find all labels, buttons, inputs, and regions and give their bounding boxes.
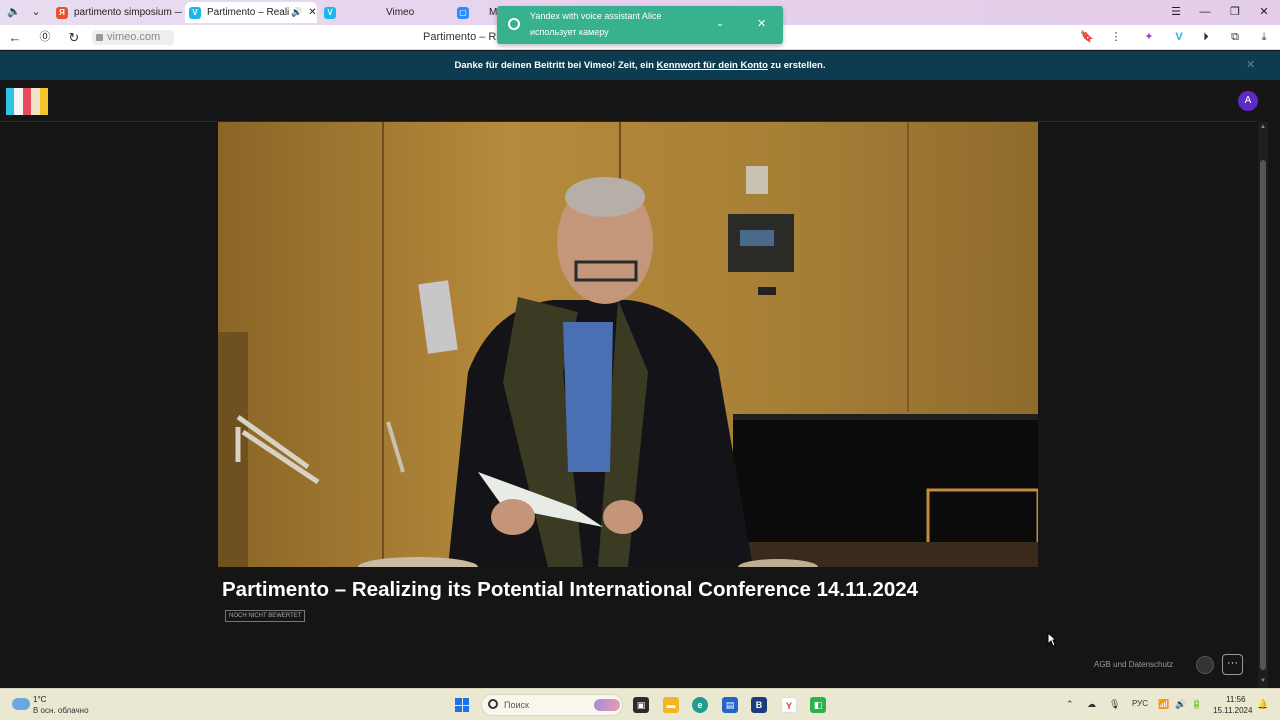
- search-highlight-icon: [594, 699, 620, 711]
- banner-password-link[interactable]: Kennwort für dein Konto: [657, 60, 768, 71]
- menu-icon[interactable]: ☰: [1167, 4, 1185, 20]
- more-vertical-icon[interactable]: ⋮: [1107, 29, 1125, 46]
- download-icon[interactable]: ⤓: [1255, 29, 1273, 46]
- theme-toggle-icon[interactable]: [1196, 656, 1214, 674]
- agb-link[interactable]: AGB und Datenschutz: [1094, 660, 1173, 669]
- tab-vimeo[interactable]: V Vimeo: [320, 2, 450, 23]
- banner-text: Danke für deinen Beitritt bei Vimeo! Zei…: [454, 60, 657, 71]
- bookmark-icon[interactable]: 🔖: [1078, 29, 1096, 46]
- scroll-up-icon[interactable]: ▲: [1259, 124, 1267, 130]
- taskbar-search[interactable]: Поиск: [481, 694, 623, 716]
- url-text: vimeo.com: [107, 31, 161, 43]
- lock-icon: [96, 34, 103, 41]
- more-options-button[interactable]: ···: [1222, 654, 1243, 675]
- clock-time[interactable]: 11:56: [1226, 695, 1245, 704]
- vimeo-icon: V: [189, 6, 201, 19]
- b-app-icon[interactable]: B: [751, 697, 767, 713]
- vimeo-header: A: [0, 80, 1258, 122]
- weather-temperature[interactable]: 1°C: [33, 695, 46, 704]
- toast-message: использует камеру: [530, 27, 609, 37]
- clock-date[interactable]: 15.11.2024: [1213, 706, 1252, 715]
- chevron-up-icon[interactable]: ⌃: [1066, 699, 1074, 710]
- password-banner: Danke für deinen Beitritt bei Vimeo! Zei…: [0, 51, 1280, 80]
- vimeo-logo[interactable]: [6, 88, 49, 115]
- notification-bell-icon[interactable]: 🔔: [1257, 699, 1268, 710]
- alice-camera-toast: Yandex with voice assistant Alice исполь…: [497, 6, 783, 44]
- toast-title: Yandex with voice assistant Alice: [530, 11, 662, 21]
- start-tile: [462, 705, 469, 712]
- store-icon[interactable]: ▤: [722, 697, 738, 713]
- close-icon[interactable]: ✕: [1246, 51, 1255, 80]
- messenger-icon[interactable]: ◧: [810, 697, 826, 713]
- banner-text-end: zu erstellen.: [767, 60, 826, 71]
- speaker-icon[interactable]: 🔈: [5, 4, 23, 21]
- video-frame: [218, 122, 1038, 567]
- tab-partimento-simposium[interactable]: Я partimento simposium —: [52, 2, 182, 23]
- chevron-down-icon[interactable]: ⌄: [716, 18, 724, 29]
- start-tile: [455, 698, 462, 705]
- back-arrow-icon[interactable]: ←: [6, 29, 24, 46]
- tab-title: partimento simposium —: [74, 7, 182, 18]
- video-pip-icon[interactable]: ⏵: [1197, 29, 1215, 46]
- search-icon: [488, 699, 498, 709]
- tab-partimento-active[interactable]: V Partimento – Realiz 🔊 ✕: [185, 2, 317, 23]
- search-placeholder: Поиск: [504, 700, 529, 710]
- url-field[interactable]: vimeo.com: [92, 30, 174, 45]
- extension-icon[interactable]: ✦: [1140, 29, 1158, 46]
- start-tile: [455, 705, 462, 712]
- chevron-down-icon[interactable]: ⌄: [27, 4, 45, 21]
- reload-icon[interactable]: ↻: [65, 29, 83, 46]
- audio-playing-icon[interactable]: 🔊: [291, 7, 302, 18]
- logo-stripe: [39, 88, 49, 115]
- yandex-icon: Я: [56, 6, 68, 19]
- yandex-browser-icon[interactable]: Y: [781, 697, 797, 713]
- tab-title: M: [489, 7, 497, 18]
- restore-icon[interactable]: ❐: [1226, 4, 1244, 20]
- weather-description[interactable]: В осн. облачно: [33, 706, 89, 715]
- battery-icon[interactable]: 🔋: [1191, 699, 1202, 710]
- logo-stripe: [22, 88, 32, 115]
- video-player[interactable]: [218, 122, 1038, 567]
- microphone-icon[interactable]: 🎙: [1109, 699, 1120, 710]
- vimeo-icon: V: [324, 6, 336, 19]
- avatar[interactable]: A: [1238, 91, 1258, 111]
- rating-badge: NOCH NICHT BEWERTET: [225, 610, 306, 622]
- logo-stripe: [31, 88, 40, 115]
- language-indicator[interactable]: РУС: [1132, 699, 1148, 708]
- camera-icon: [508, 18, 520, 30]
- close-window-icon[interactable]: ✕: [1255, 4, 1273, 20]
- logo-stripe: [14, 88, 23, 115]
- edge-icon[interactable]: e: [692, 697, 708, 713]
- vimeo-extension-icon[interactable]: V: [1170, 29, 1188, 46]
- wifi-icon[interactable]: 📶: [1158, 699, 1169, 710]
- video-title: Partimento – Realizing its Potential Int…: [222, 578, 919, 601]
- close-icon[interactable]: ✕: [757, 17, 766, 30]
- windows-start-icon[interactable]: [455, 698, 469, 712]
- file-explorer-icon[interactable]: ▬: [663, 697, 679, 713]
- tab-zoom[interactable]: ▢ M: [453, 2, 497, 23]
- scroll-down-icon[interactable]: ▼: [1259, 678, 1267, 684]
- tab-title: Partimento – Realiz: [207, 7, 289, 18]
- scroll-thumb[interactable]: [1260, 160, 1266, 670]
- logo-stripe: [6, 88, 15, 115]
- onedrive-icon[interactable]: ☁: [1087, 699, 1096, 710]
- zoom-icon: ▢: [457, 6, 469, 19]
- cloud-icon: [12, 698, 30, 710]
- task-view-icon[interactable]: ▣: [633, 697, 649, 713]
- windows-taskbar: 1°C В осн. облачно Поиск ▣ ▬ e ▤ B Y ◧ ⌃…: [0, 688, 1280, 720]
- minimize-icon[interactable]: —: [1196, 4, 1214, 20]
- close-tab-icon[interactable]: ✕: [308, 7, 316, 18]
- volume-icon[interactable]: 🔊: [1175, 699, 1186, 710]
- tab-title: Vimeo: [386, 7, 415, 18]
- mouse-cursor-icon: [1047, 632, 1057, 647]
- start-tile: [462, 698, 469, 705]
- page-scrollbar[interactable]: ▲ ▼: [1258, 122, 1268, 688]
- collections-icon[interactable]: ⧉: [1226, 29, 1244, 46]
- protect-icon[interactable]: ⓪: [36, 29, 54, 46]
